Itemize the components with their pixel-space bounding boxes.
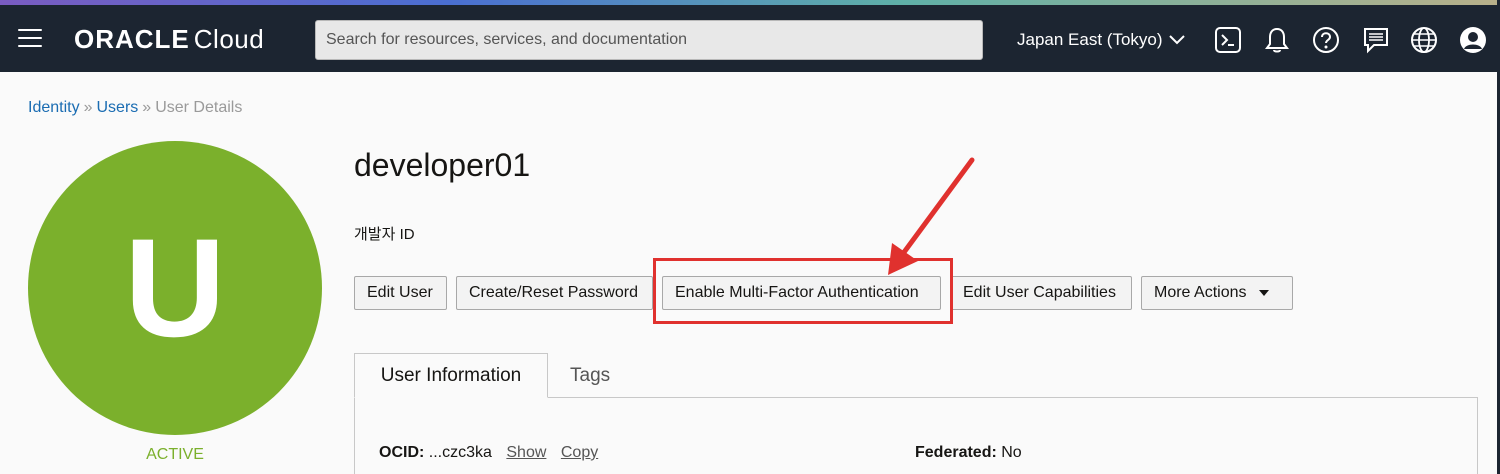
user-description: 개발자 ID	[354, 226, 415, 243]
ocid-show-link[interactable]: Show	[506, 444, 546, 461]
enable-mfa-button[interactable]: Enable Multi-Factor Authentication	[662, 276, 941, 310]
breadcrumb-separator: »	[142, 99, 152, 116]
tab-tags[interactable]: Tags	[570, 353, 610, 398]
hamburger-menu-icon[interactable]	[18, 29, 42, 48]
top-navigation-bar: ORACLECloud Japan East (Tokyo)	[0, 5, 1500, 72]
more-actions-label: More Actions	[1154, 284, 1247, 301]
annotation-arrow-icon	[888, 157, 975, 275]
edit-user-button[interactable]: Edit User	[354, 276, 447, 310]
cloud-shell-icon[interactable]	[1214, 26, 1242, 54]
edit-user-capabilities-button[interactable]: Edit User Capabilities	[950, 276, 1132, 310]
federated-label: Federated:	[915, 444, 997, 461]
region-label: Japan East (Tokyo)	[1017, 30, 1163, 49]
more-actions-button[interactable]: More Actions	[1141, 276, 1293, 310]
federated-row: Federated: No	[915, 444, 1022, 462]
ocid-row: OCID: ...czc3ka Show Copy	[379, 444, 598, 462]
globe-icon[interactable]	[1410, 26, 1438, 54]
ocid-copy-link[interactable]: Copy	[561, 444, 598, 461]
tab-strip-border	[547, 397, 1478, 398]
bell-icon[interactable]	[1263, 26, 1291, 54]
breadcrumb-separator: »	[83, 99, 93, 116]
breadcrumb-current: User Details	[155, 99, 243, 116]
ocid-label: OCID:	[379, 444, 425, 461]
create-reset-password-button[interactable]: Create/Reset Password	[456, 276, 653, 310]
status-badge: ACTIVE	[146, 446, 204, 463]
region-selector[interactable]: Japan East (Tokyo)	[1017, 30, 1185, 50]
page-title: developer01	[354, 147, 531, 183]
search-input[interactable]	[315, 20, 983, 60]
oracle-cloud-logo[interactable]: ORACLE Cloud	[74, 24, 264, 55]
breadcrumb: Identity» Users» User Details	[28, 99, 242, 117]
user-information-panel	[354, 397, 1478, 474]
help-icon[interactable]	[1312, 26, 1340, 54]
tab-user-information[interactable]: User Information	[354, 353, 548, 398]
profile-icon[interactable]	[1459, 26, 1487, 54]
breadcrumb-users[interactable]: Users	[97, 99, 139, 116]
avatar-letter: U	[124, 209, 226, 366]
user-avatar: U	[28, 141, 322, 435]
caret-down-icon	[1259, 290, 1270, 296]
federated-value: No	[1001, 444, 1022, 461]
ocid-value: ...czc3ka	[428, 444, 492, 461]
chevron-down-icon	[1168, 35, 1185, 45]
feedback-icon[interactable]	[1362, 26, 1390, 54]
breadcrumb-identity[interactable]: Identity	[28, 99, 80, 116]
